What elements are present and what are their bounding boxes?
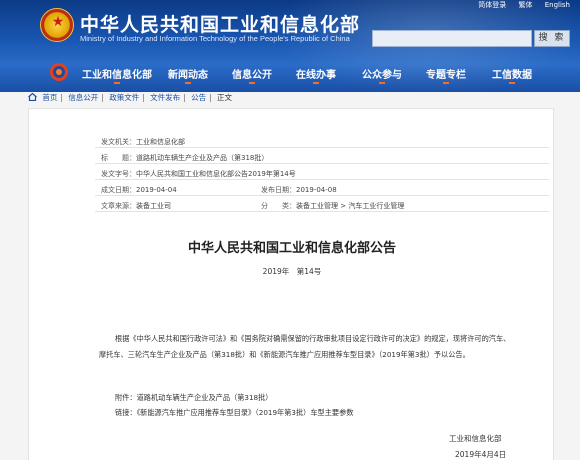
meta-category: 装备工业管理 > 汽车工业行业管理 xyxy=(296,202,405,210)
breadcrumb: 首页 | 信息公开 | 政策文件 | 文件发布 | 公告 | 正文 xyxy=(28,92,232,104)
breadcrumb-separator: | xyxy=(101,93,104,102)
main-nav: 工业和信息化部 新闻动态 信息公开 在线办事 公众参与 专题专栏 工信数据 xyxy=(0,58,580,88)
breadcrumb-separator: | xyxy=(60,93,63,102)
document-number: 2019年 第14号 xyxy=(262,267,322,276)
attachment-link[interactable]: 附件：道路机动车辆生产企业及产品（第318批） xyxy=(115,390,353,405)
meta-category-label: 分 类： xyxy=(261,202,296,210)
search-button[interactable]: 搜 索 xyxy=(534,30,570,47)
meta-row: 发文机关：工业和信息化部 xyxy=(95,132,549,148)
meta-doc-no-label: 发文字号： xyxy=(101,170,136,178)
document-heading: 中华人民共和国工业和信息化部公告 xyxy=(187,241,396,256)
attachments: 附件：道路机动车辆生产企业及产品（第318批） 链接：《新能源汽车推广应用推荐车… xyxy=(115,390,353,420)
nav-logo-icon[interactable] xyxy=(50,63,68,81)
nav-item-data[interactable]: 工信数据 xyxy=(492,66,532,84)
nav-item-online-services[interactable]: 在线办事 xyxy=(296,66,336,84)
nav-item-miit[interactable]: 工业和信息化部 xyxy=(82,66,152,84)
signature-org: 工业和信息化部 xyxy=(449,434,502,443)
search-input[interactable] xyxy=(372,30,532,47)
breadcrumb-doc-release[interactable]: 文件发布 xyxy=(150,93,180,102)
meta-row: 文章来源：装备工业司 分 类：装备工业管理 > 汽车工业行业管理 xyxy=(95,196,549,212)
national-emblem-icon[interactable]: ★ xyxy=(40,8,74,42)
breadcrumb-info-disclosure[interactable]: 信息公开 xyxy=(68,93,98,102)
meta-unit: 装备工业司 xyxy=(136,202,171,210)
breadcrumb-separator: | xyxy=(209,93,212,102)
related-link[interactable]: 链接：《新能源汽车推广应用推荐车型目录》（2019年第3批）车型主要参数 xyxy=(115,405,353,420)
breadcrumb-announcement[interactable]: 公告 xyxy=(191,93,206,102)
nav-item-info-disclosure[interactable]: 信息公开 xyxy=(232,66,272,84)
signature-date: 2019年4月4日 xyxy=(455,450,507,459)
breadcrumb-current: 正文 xyxy=(217,93,232,102)
meta-row: 成文日期：2019-04-04 发布日期：2019-04-08 xyxy=(95,180,549,196)
breadcrumb-separator: | xyxy=(183,93,186,102)
meta-row: 标 题：道路机动车辆生产企业及产品（第318批） xyxy=(95,148,549,164)
document-paragraph: 根据《中华人民共和国行政许可法》和《国务院对确需保留的行政审批项目设定行政许可的… xyxy=(99,334,511,359)
meta-date: 2019-04-04 xyxy=(136,186,177,194)
breadcrumb-policy-docs[interactable]: 政策文件 xyxy=(109,93,139,102)
top-link-traditional[interactable]: 繁体 xyxy=(518,1,532,9)
meta-title-label: 标 题： xyxy=(101,154,136,162)
document-body: 根据《中华人民共和国行政许可法》和《国务院对确需保留的行政审批项目设定行政许可的… xyxy=(99,331,511,362)
content-panel: 发文机关：工业和信息化部 标 题：道路机动车辆生产企业及产品（第318批） 发文… xyxy=(28,108,554,460)
breadcrumb-separator: | xyxy=(142,93,145,102)
meta-issuer: 工业和信息化部 xyxy=(136,138,185,146)
site-header: ★ 中华人民共和国工业和信息化部 Ministry of Industry an… xyxy=(0,0,580,92)
home-icon xyxy=(28,93,37,101)
nav-item-news[interactable]: 新闻动态 xyxy=(168,66,208,84)
meta-row: 发文字号：中华人民共和国工业和信息化部公告2019年第14号 xyxy=(95,164,549,180)
meta-publish-label: 发布日期： xyxy=(261,186,296,194)
meta-issuer-label: 发文机关： xyxy=(101,138,136,146)
nav-item-special-topics[interactable]: 专题专栏 xyxy=(426,66,466,84)
meta-unit-label: 文章来源： xyxy=(101,202,136,210)
meta-publish: 2019-04-08 xyxy=(296,186,337,194)
meta-date-label: 成文日期： xyxy=(101,186,136,194)
top-links: 简体登录 繁体 English xyxy=(468,0,570,10)
top-link-english[interactable]: English xyxy=(545,1,570,9)
site-subtitle: Ministry of Industry and Information Tec… xyxy=(80,34,350,43)
meta-title: 道路机动车辆生产企业及产品（第318批） xyxy=(136,154,269,162)
top-link-simplified[interactable]: 简体登录 xyxy=(478,1,506,9)
breadcrumb-home[interactable]: 首页 xyxy=(42,93,57,102)
document-meta-table: 发文机关：工业和信息化部 标 题：道路机动车辆生产企业及产品（第318批） 发文… xyxy=(95,132,549,212)
nav-item-public-participation[interactable]: 公众参与 xyxy=(362,66,402,84)
meta-doc-no: 中华人民共和国工业和信息化部公告2019年第14号 xyxy=(136,170,296,178)
site-title[interactable]: 中华人民共和国工业和信息化部 xyxy=(80,10,360,37)
